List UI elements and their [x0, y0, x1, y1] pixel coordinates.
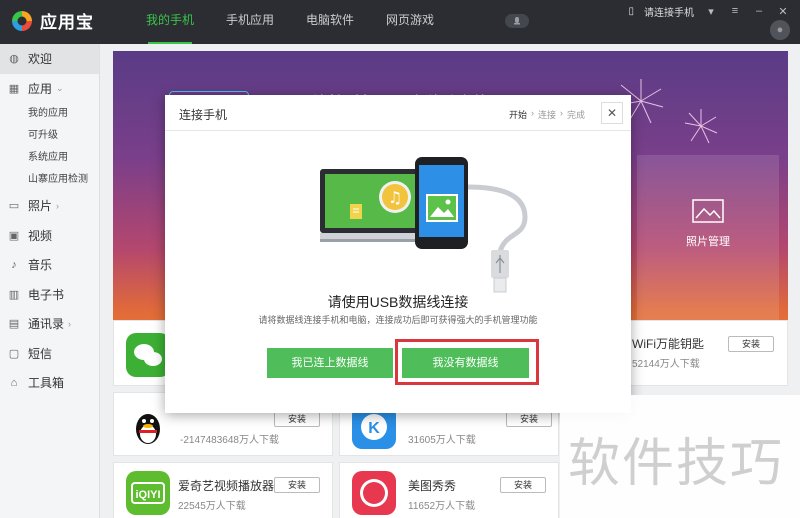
photo-icon: ▭	[8, 200, 20, 213]
install-button[interactable]: 安装	[506, 411, 552, 427]
sidebar-item-apps[interactable]: ▦ 应用 ⌄	[0, 74, 99, 104]
close-icon[interactable]: ✕	[601, 102, 623, 124]
step-done: 完成	[566, 110, 585, 120]
install-button[interactable]: 安装	[274, 477, 320, 493]
app-downloads: 11652万人下载	[408, 501, 476, 512]
dialog-description: 请将数据线连接手机和电脑，连接成功后即可获得强大的手机管理功能	[258, 315, 538, 325]
app-downloads: -2147483648万人下载	[180, 435, 279, 446]
dialog-heading: 请使用USB数据线连接	[327, 294, 469, 310]
photo-icon	[692, 199, 724, 223]
sidebar-item-sms[interactable]: ▢ 短信	[0, 339, 99, 369]
sidebar-sub-upgradable[interactable]: 可升级	[0, 125, 99, 147]
step-start: 开始	[508, 110, 527, 120]
main-nav: 我的手机 手机应用 电脑软件 网页游戏	[130, 0, 450, 44]
sidebar-item-label: 工具箱	[28, 376, 65, 391]
search-icon[interactable]	[505, 14, 529, 28]
minimize-icon[interactable]: –	[752, 5, 766, 17]
tab-my-phone[interactable]: 我的手机	[130, 0, 210, 44]
sidebar-item-label: 照片	[28, 199, 53, 214]
sidebar-item-music[interactable]: ♪ 音乐	[0, 250, 99, 280]
photo-management-panel[interactable]: 照片管理	[637, 155, 779, 325]
install-button[interactable]: 安装	[728, 336, 774, 352]
qq-penguin-icon	[126, 405, 170, 449]
welcome-icon: ◍	[9, 53, 19, 66]
tab-pc-software[interactable]: 电脑软件	[290, 0, 370, 44]
sidebar-item-label: 视频	[28, 228, 53, 243]
iqiyi-icon: iQIYI	[126, 471, 170, 515]
dialog-header: 连接手机 开始 › 连接 › 完成 ✕	[165, 95, 631, 131]
sidebar-item-photos[interactable]: ▭ 照片 ›	[0, 191, 99, 221]
top-bar: 应用宝 我的手机 手机应用 电脑软件 网页游戏 ▯ 请连接手机 ▾ ≡ – ✕ …	[0, 0, 800, 44]
app-downloads: 22545万人下载	[178, 501, 246, 512]
app-title: 应用宝	[40, 13, 94, 32]
sidebar-item-label: 短信	[28, 346, 53, 361]
watermark: 软件技巧	[560, 395, 800, 518]
tab-phone-apps[interactable]: 手机应用	[210, 0, 290, 44]
sidebar-item-label: 电子书	[28, 287, 65, 302]
sidebar-item-ebook[interactable]: ▥ 电子书	[0, 280, 99, 310]
photo-management-label: 照片管理	[686, 236, 730, 248]
dialog-title: 连接手机	[179, 108, 228, 122]
chevron-down-icon: ⌄	[56, 82, 64, 93]
svg-text:K: K	[368, 420, 380, 437]
install-button[interactable]: 安装	[500, 477, 546, 493]
sidebar-item-label: 欢迎	[28, 52, 53, 67]
menu-dropdown-icon[interactable]: ▾	[704, 5, 718, 18]
chevron-right-icon: ›	[56, 200, 60, 211]
svg-text:♫: ♫	[388, 188, 402, 207]
book-icon: ▥	[8, 288, 20, 301]
install-button[interactable]: 安装	[274, 411, 320, 427]
toolbox-icon: ⌂	[10, 376, 18, 389]
connect-phone-link[interactable]: 请连接手机	[644, 4, 694, 19]
meitu-icon	[352, 471, 396, 515]
app-name: 爱奇艺视频播放器	[178, 479, 275, 493]
usb-connection-illustration: ♫	[320, 157, 528, 293]
sidebar-item-label: 音乐	[28, 258, 53, 273]
yingyongbao-logo-icon	[10, 9, 34, 33]
app-logo: 应用宝	[10, 8, 94, 33]
menu-icon[interactable]: ≡	[728, 5, 742, 17]
watermark-text: 软件技巧	[568, 434, 785, 494]
sidebar-item-welcome[interactable]: ◍ 欢迎	[0, 44, 99, 74]
app-card-meitu[interactable]: 美图秀秀 11652万人下载 安装	[339, 462, 559, 518]
sms-icon: ▢	[8, 347, 20, 360]
app-name: 美图秀秀	[408, 479, 457, 493]
app-card-iqiyi[interactable]: iQIYI 爱奇艺视频播放器 22545万人下载 安装	[113, 462, 333, 518]
app-name: WiFi万能钥匙	[632, 337, 704, 351]
wechat-icon	[126, 333, 170, 377]
avatar[interactable]: ●	[770, 20, 790, 40]
contacts-icon: ▤	[8, 318, 20, 331]
phone-icon: ▯	[628, 5, 634, 17]
chevron-right-icon: ›	[530, 108, 534, 118]
sidebar-item-label: 应用	[28, 81, 53, 96]
red-highlight-box	[395, 339, 539, 385]
sidebar-item-toolbox[interactable]: ⌂ 工具箱	[0, 368, 99, 398]
chevron-right-icon: ›	[559, 108, 563, 118]
video-icon: ▣	[8, 229, 20, 242]
step-indicator: 开始 › 连接 › 完成	[509, 108, 585, 121]
sidebar-item-video[interactable]: ▣ 视频	[0, 221, 99, 251]
app-downloads: 31605万人下载	[408, 435, 476, 446]
tab-web-games[interactable]: 网页游戏	[370, 0, 450, 44]
window-controls: ▯ 请连接手机 ▾ ≡ – ✕	[628, 0, 790, 22]
chevron-right-icon: ›	[68, 318, 72, 329]
cable-connected-button[interactable]: 我已连上数据线	[267, 348, 393, 378]
sidebar-sub-fake-app-check[interactable]: 山寨应用检测	[0, 169, 99, 191]
sidebar-item-label: 通讯录	[28, 317, 65, 332]
connect-phone-dialog: 连接手机 开始 › 连接 › 完成 ✕ ♫ 请使用USB数据线连接 请将数据线连…	[165, 95, 631, 413]
close-window-icon[interactable]: ✕	[776, 5, 790, 18]
step-connect: 连接	[537, 110, 556, 120]
sidebar: ◍ 欢迎 ▦ 应用 ⌄ 我的应用 可升级 系统应用 山寨应用检测 ▭ 照片 › …	[0, 44, 100, 518]
sidebar-sub-system-apps[interactable]: 系统应用	[0, 147, 99, 169]
app-downloads: 52144万人下载	[632, 359, 700, 370]
sidebar-item-contacts[interactable]: ▤ 通讯录 ›	[0, 309, 99, 339]
svg-text:iQIYI: iQIYI	[135, 489, 160, 501]
sidebar-sub-my-apps[interactable]: 我的应用	[0, 103, 99, 125]
grid-icon: ▦	[8, 82, 20, 95]
music-icon: ♪	[11, 258, 17, 271]
